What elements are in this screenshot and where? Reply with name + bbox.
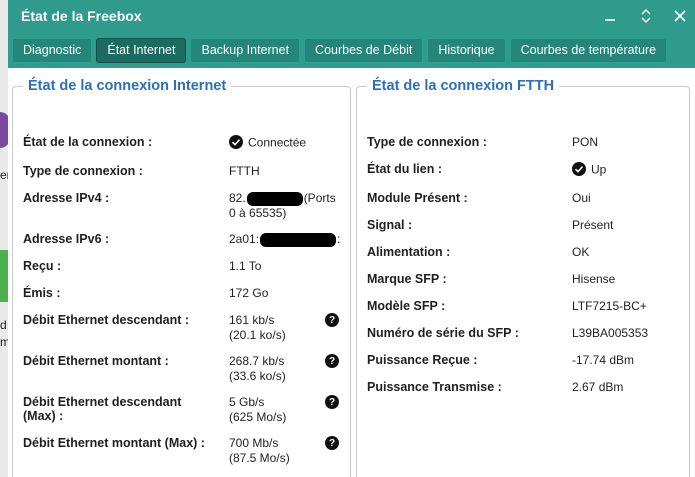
field-value: 268.7 kb/s xyxy=(229,354,285,368)
field-value: 1.1 To xyxy=(229,259,262,273)
field-label: Émis : xyxy=(23,286,61,300)
panel-legend: État de la connexion Internet xyxy=(28,78,227,94)
field-label: Marque SFP : xyxy=(367,272,447,286)
field-label: Puissance Transmise : xyxy=(367,380,502,394)
field-label: Débit Ethernet descendant : xyxy=(23,313,189,327)
field-value: Hisense xyxy=(572,272,616,286)
field-value-secondary: (87.5 Mo/s) xyxy=(229,451,290,465)
ipv6-value: 2a01:: xyxy=(229,232,340,247)
field-label: Alimentation : xyxy=(367,245,451,259)
field-value: Présent xyxy=(572,218,614,232)
tab-historique[interactable]: Historique xyxy=(427,37,506,63)
redaction-mark xyxy=(260,232,337,247)
tab-diagnostic[interactable]: Diagnostic xyxy=(12,37,93,63)
field-value: 161 kb/s xyxy=(229,313,275,327)
field-label: Type de connexion : xyxy=(367,135,487,149)
field-label: Modèle SFP : xyxy=(367,299,446,313)
field-value: Up xyxy=(572,162,606,179)
help-icon[interactable]: ? xyxy=(325,354,339,368)
field-value: PON xyxy=(572,135,599,149)
field-label-secondary: (Max) : xyxy=(23,409,64,423)
field-value: Connectée xyxy=(229,135,306,152)
check-circle-icon xyxy=(229,135,243,152)
tab-bar: Diagnostic État Internet Backup Internet… xyxy=(8,32,695,68)
window-title: État de la Freebox xyxy=(21,8,142,24)
field-label: Adresse IPv4 : xyxy=(23,191,110,205)
freebox-status-window: État de la Freebox Diagnostic État Inter… xyxy=(8,0,695,477)
collapse-expand-icon[interactable] xyxy=(636,6,656,26)
tab-content: État de la connexion Internet État de la… xyxy=(8,68,695,477)
help-icon[interactable]: ? xyxy=(325,395,339,409)
help-icon[interactable]: ? xyxy=(325,313,339,327)
field-label: Type de connexion : xyxy=(23,164,143,178)
field-label: Débit Ethernet montant (Max) : xyxy=(23,436,205,450)
tab-courbes-temperature[interactable]: Courbes de température xyxy=(509,37,668,63)
tab-backup-internet[interactable]: Backup Internet xyxy=(190,37,301,63)
ipv4-ports-range: 0 à 65535) xyxy=(229,206,287,220)
ipv4-prefix: 82. xyxy=(229,191,246,205)
panel-legend: État de la connexion FTTH xyxy=(372,78,555,94)
field-label: Débit Ethernet montant : xyxy=(23,354,169,368)
field-value: L39BA005353 xyxy=(572,326,649,340)
field-value-secondary: (33.6 ko/s) xyxy=(229,369,286,383)
field-label: Adresse IPv6 : xyxy=(23,232,110,246)
check-circle-icon xyxy=(572,162,586,179)
field-label: Reçu : xyxy=(23,259,62,273)
field-value: OK xyxy=(572,245,590,259)
field-label: État de la connexion : xyxy=(23,135,153,149)
field-value: -17.74 dBm xyxy=(572,353,635,367)
field-value: 5 Gb/s xyxy=(229,395,265,409)
field-value: 172 Go xyxy=(229,286,269,300)
ipv6-suffix: : xyxy=(337,232,341,246)
field-value: FTTH xyxy=(229,164,260,178)
field-value: 2.67 dBm xyxy=(572,380,624,394)
field-value: 700 Mb/s xyxy=(229,436,279,450)
field-label: Module Présent : xyxy=(367,191,468,205)
tab-courbes-debit[interactable]: Courbes de Débit xyxy=(304,37,424,63)
field-label: État du lien : xyxy=(367,162,442,176)
field-value-secondary: (20.1 ko/s) xyxy=(229,328,286,342)
field-value: Oui xyxy=(572,191,591,205)
minimize-icon[interactable] xyxy=(600,6,620,26)
tab-etat-internet[interactable]: État Internet xyxy=(96,37,187,63)
title-bar: État de la Freebox xyxy=(8,0,695,32)
link-status: Up xyxy=(591,162,607,177)
ipv6-prefix: 2a01: xyxy=(229,232,260,246)
field-label: Numéro de série du SFP : xyxy=(367,326,519,340)
field-label: Signal : xyxy=(367,218,413,232)
connection-status: Connectée xyxy=(248,135,307,150)
ipv4-value: 82. (Ports xyxy=(229,191,336,206)
ftth-connection-panel: État de la connexion FTTH Type de connex… xyxy=(356,78,690,477)
ipv4-ports: (Ports xyxy=(303,191,336,205)
redaction-mark xyxy=(246,191,303,206)
field-value: LTF7215-BC+ xyxy=(572,299,647,313)
help-icon[interactable]: ? xyxy=(325,436,339,450)
background-app-text: d xyxy=(0,318,7,332)
field-label: Puissance Reçue : xyxy=(367,353,478,367)
field-label: Débit Ethernet descendant xyxy=(23,395,182,409)
field-value-secondary: (625 Mo/s) xyxy=(229,410,287,424)
internet-connection-panel: État de la connexion Internet État de la… xyxy=(12,78,351,477)
close-icon[interactable] xyxy=(670,6,690,26)
